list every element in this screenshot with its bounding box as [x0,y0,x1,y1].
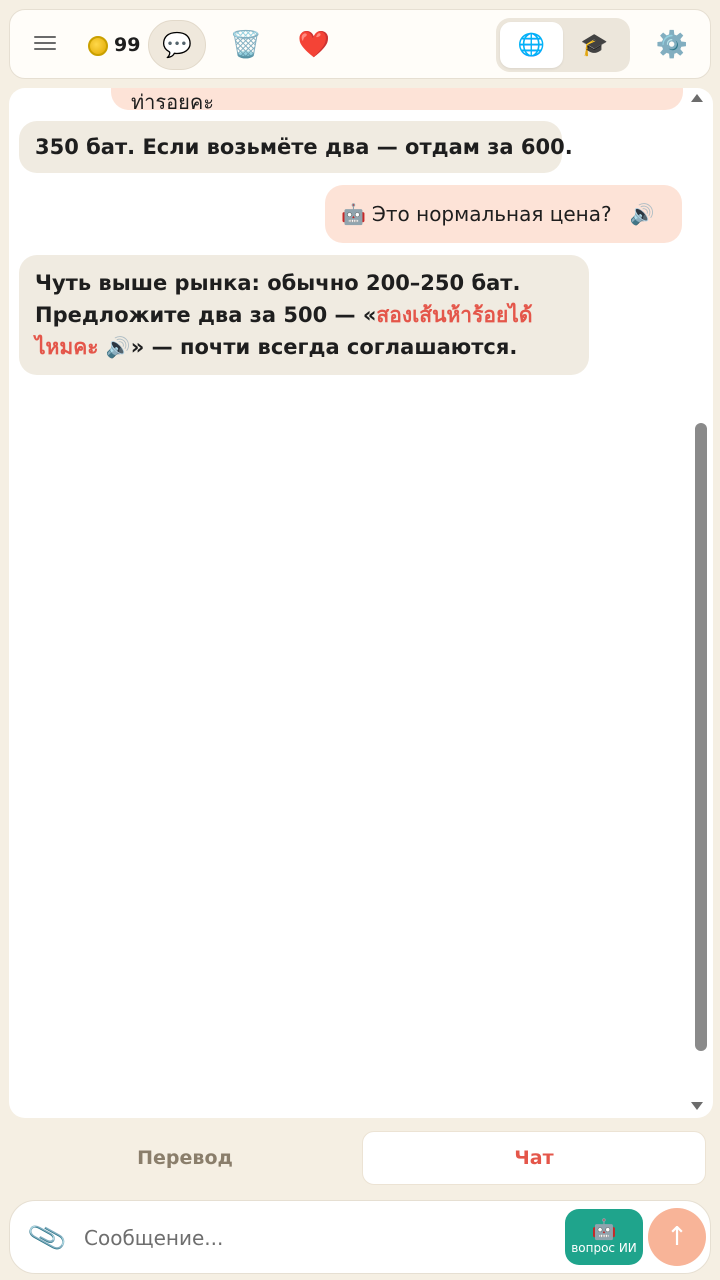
coin-count: 99 [114,34,141,56]
message-line: Предложите два за 500 — «สองเส้นห้าร้อยไ… [35,299,573,331]
scroll-up-arrow[interactable] [691,94,703,102]
thai-phrase[interactable]: สองเส้นห้าร้อยได้ [376,303,532,327]
ask-ai-button[interactable]: 🤖 вопрос ИИ [565,1209,643,1265]
ask-ai-label: вопрос ИИ [571,1241,637,1255]
message-bubble-partner: Чуть выше рынка: обычно 200–250 бат. Пре… [19,255,589,375]
menu-icon[interactable] [34,32,56,54]
globe-icon[interactable]: 🌐 [500,22,563,68]
message-bubble-user: 🤖 Это нормальная цена? 🔊 [325,185,682,243]
message-bubble-user-partial: ท่ารอยคะ [111,88,683,110]
heart-icon[interactable]: ❤️ [292,22,336,68]
message-line: ไหมคะ 🔊» — почти всегда соглашаются. [35,331,573,363]
robot-icon: 🤖 [591,1217,617,1241]
top-toolbar: 99 💬 🗑️ ❤️ 🌐 🎓 ⚙️ [9,9,711,79]
graduation-cap-icon[interactable]: 🎓 [563,22,626,68]
mode-switch: 🌐 🎓 [496,18,630,72]
speaker-icon[interactable]: 🔊 [630,200,655,228]
robot-icon: 🤖 [341,202,366,226]
tab-translate[interactable]: Перевод [13,1131,357,1185]
scrollbar-thumb[interactable] [695,423,707,1051]
trash-icon[interactable]: 🗑️ [224,22,268,68]
speaker-icon[interactable]: 🔊 [106,335,131,359]
message-text: Предложите два за 500 — « [35,303,377,327]
message-input-bar: 📎 🤖 вопрос ИИ ↑ [9,1200,711,1274]
message-text: ท่ารอยคะ [131,90,215,110]
chat-panel: ท่ารอยคะ 350 бат. Если возьмёте два — от… [9,88,713,1118]
message-text: » — почти всегда соглашаются. [130,335,518,359]
message-text: Это нормальная цена? [371,202,612,226]
message-bubble-partner: 350 бат. Если возьмёте два — отдам за 60… [19,121,573,173]
message-input[interactable] [84,1217,554,1259]
coin-icon [88,36,108,56]
thai-phrase[interactable]: ไหมคะ [35,335,99,359]
chat-bubble-icon[interactable]: 💬 [148,20,206,70]
scroll-down-arrow[interactable] [691,1102,703,1110]
send-arrow-icon[interactable]: ↑ [648,1208,706,1266]
paperclip-icon[interactable]: 📎 [25,1216,69,1259]
gear-icon[interactable]: ⚙️ [650,22,694,68]
message-text: 350 бат. Если возьмёте два — отдам за 60… [35,135,573,159]
message-line: Чуть выше рынка: обычно 200–250 бат. [35,271,521,295]
tab-chat[interactable]: Чат [362,1131,706,1185]
